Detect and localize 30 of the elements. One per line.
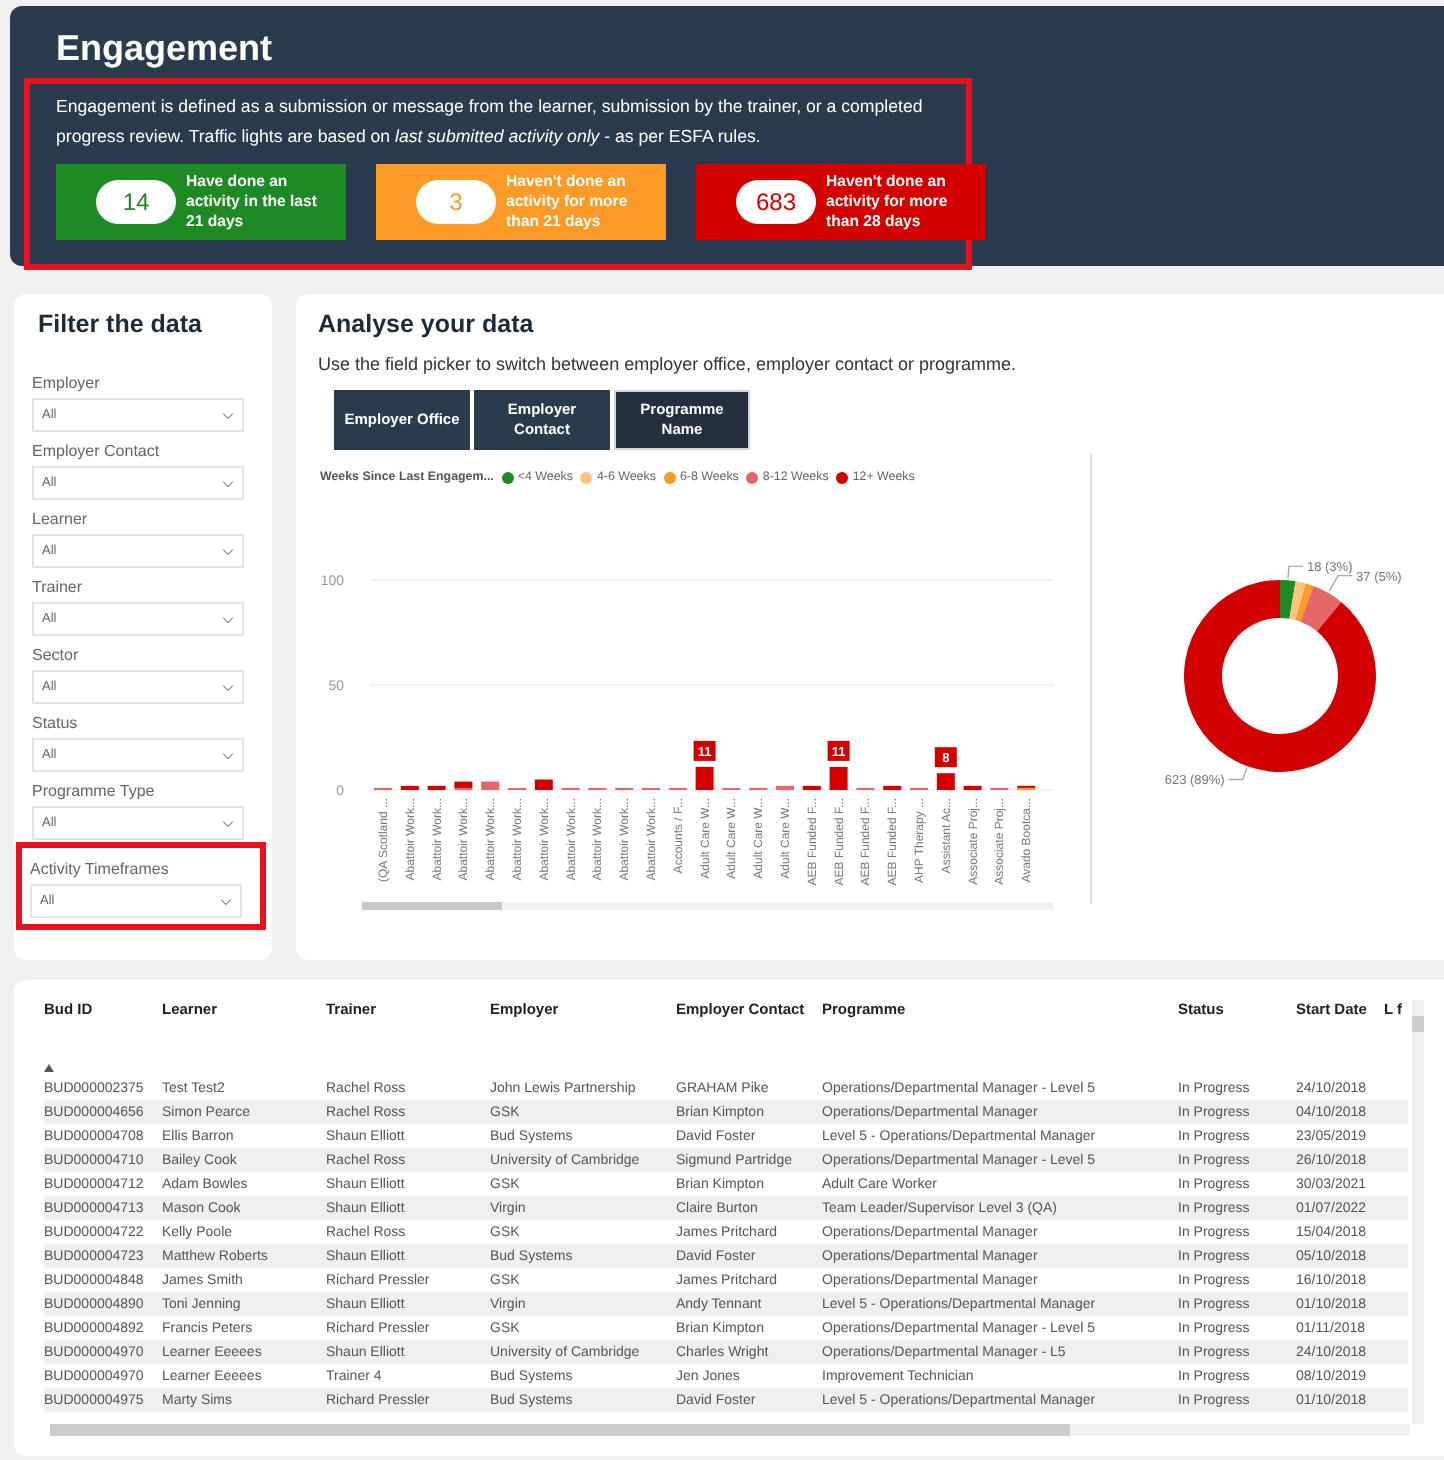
kpi-value: 683 [736, 180, 816, 224]
chevron-down-icon [222, 683, 234, 691]
page-title: Engagement [56, 26, 275, 70]
kpi-value: 3 [416, 180, 496, 224]
filter-label: Activity Timeframes [30, 858, 169, 882]
filter-label: Employer Contact [32, 440, 160, 464]
kpi-value: 14 [96, 180, 176, 224]
filter-label: Trainer [32, 576, 83, 600]
leader-line [1328, 574, 1353, 592]
scrollbar-thumb[interactable] [362, 902, 502, 910]
analyse-subtitle: Use the field picker to switch between employer office, employer contact or programme. [318, 354, 1018, 374]
description-text: Engagement is defined as a submission or message from the learner, submission by the trainer, or a completed progress review. Traffic lights are based on last submitted activity only - as per ESFA rules. [56, 94, 925, 150]
analyse-title: Analyse your data [318, 310, 536, 338]
filter-label: Programme Type [32, 780, 155, 804]
chevron-down-icon [222, 615, 234, 623]
filter-label: Learner [32, 508, 88, 532]
filter-title: Filter the data [38, 310, 204, 338]
chevron-down-icon [222, 547, 234, 555]
chevron-down-icon [222, 479, 234, 487]
vertical-scrollbar[interactable] [1412, 1000, 1424, 1424]
leader-line [1287, 565, 1304, 580]
leader-line [1228, 767, 1248, 781]
filter-label: Employer [32, 372, 100, 396]
chevron-down-icon [222, 751, 234, 759]
filter-label: Sector [32, 644, 79, 668]
filter-label: Status [32, 712, 78, 736]
chevron-down-icon [220, 897, 232, 905]
horizontal-scrollbar[interactable] [50, 1424, 1410, 1436]
chevron-down-icon [222, 819, 234, 827]
chevron-down-icon [222, 411, 234, 419]
